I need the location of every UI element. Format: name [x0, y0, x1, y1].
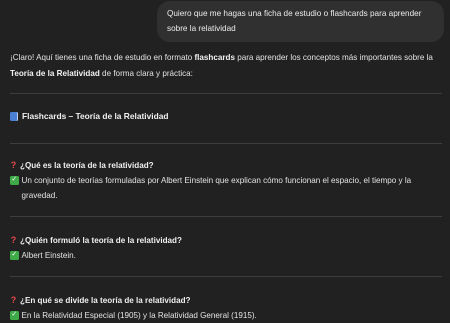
flashcard-question: ? ¿Quién formuló la teoría de la relativ… [10, 233, 442, 248]
intro-text-1: ¡Claro! Aquí tienes una ficha de estudio… [10, 53, 195, 62]
green-checkmark-icon: ✓ [10, 176, 19, 185]
user-message-text: Quiero que me hagas una ficha de estudio… [167, 9, 422, 33]
intro-text-2: para aprender los conceptos más importan… [234, 53, 433, 62]
question-text: ¿Quién formuló la teoría de la relativid… [20, 236, 182, 245]
divider [10, 216, 442, 217]
green-checkmark-icon: ✓ [10, 311, 19, 320]
red-question-mark-icon: ? [10, 235, 17, 245]
chat-page: Quiero que me hagas una ficha de estudio… [0, 0, 450, 323]
flashcard: ? ¿Quién formuló la teoría de la relativ… [10, 233, 442, 263]
divider [10, 143, 442, 144]
intro-bold-theory: Teoría de la Relatividad [10, 68, 100, 78]
answer-text: En la Relatividad Especial (1905) y la R… [21, 311, 257, 320]
green-checkmark-icon: ✓ [10, 251, 19, 260]
answer-text: Albert Einstein. [21, 251, 76, 260]
red-question-mark-icon: ? [10, 160, 17, 170]
blue-book-icon [10, 111, 18, 121]
question-text: ¿En qué se divide la teoría de la relati… [20, 296, 191, 305]
flashcards-heading: Flashcards – Teoría de la Relatividad [10, 111, 168, 121]
divider [10, 276, 442, 277]
question-text: ¿Qué es la teoría de la relatividad? [20, 161, 154, 170]
flashcard-question: ? ¿En qué se divide la teoría de la rela… [10, 293, 442, 308]
flashcard-answer: ✓ En la Relatividad Especial (1905) y la… [10, 308, 442, 323]
flashcard: ? ¿Qué es la teoría de la relatividad? ✓… [10, 158, 442, 203]
intro-bold-flashcards: flashcards [194, 53, 235, 62]
flashcard-question: ? ¿Qué es la teoría de la relatividad? [10, 158, 442, 173]
intro-text-3: de forma clara y práctica: [99, 68, 193, 78]
flashcard: ? ¿En qué se divide la teoría de la rela… [10, 293, 442, 323]
flashcard-answer: ✓ Albert Einstein. [10, 248, 442, 263]
user-message-bubble: Quiero que me hagas una ficha de estudio… [157, 1, 444, 42]
flashcard-answer: ✓ Un conjunto de teorías formuladas por … [10, 173, 442, 203]
red-question-mark-icon: ? [10, 295, 17, 305]
answer-text: Un conjunto de teorías formuladas por Al… [21, 176, 412, 200]
flashcards-heading-text: Flashcards – Teoría de la Relatividad [22, 111, 169, 121]
divider [10, 93, 442, 94]
response-intro: ¡Claro! Aquí tienes una ficha de estudio… [10, 50, 442, 81]
